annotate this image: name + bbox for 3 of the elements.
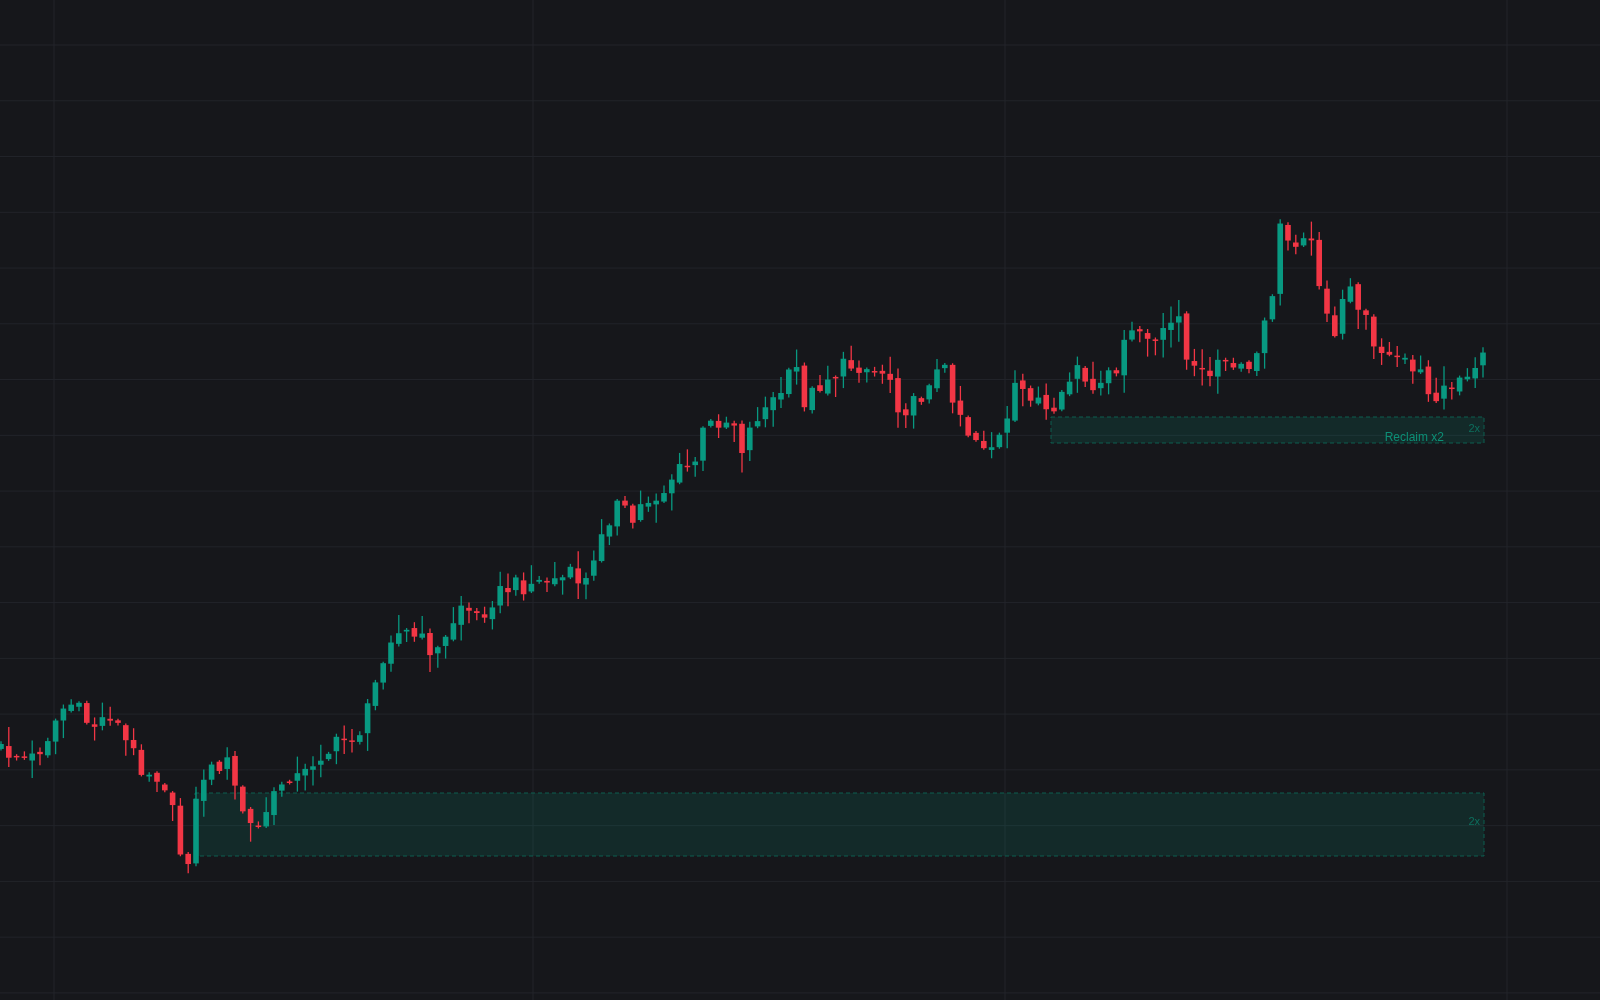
- zone-multiplier-label: 2x: [1468, 815, 1480, 827]
- zone-multiplier-label: 2x: [1468, 422, 1480, 434]
- zone-caption: Reclaim x2: [1384, 430, 1444, 444]
